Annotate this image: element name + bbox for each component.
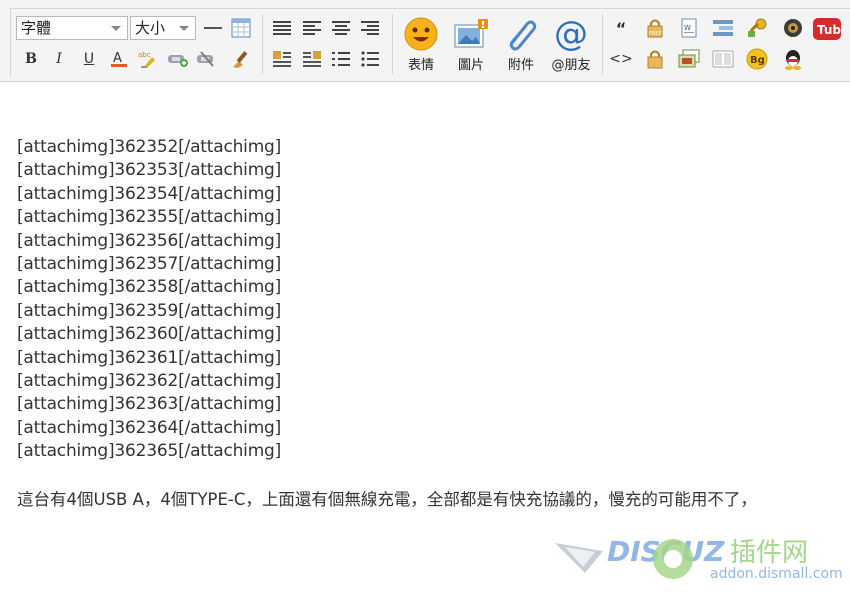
unordered-list-icon[interactable] (359, 48, 381, 70)
highlight-icon[interactable]: abc (137, 48, 159, 70)
content-line: [attachimg]362359[/attachimg] (17, 300, 282, 321)
code-icon[interactable]: <> (609, 48, 632, 70)
image-label: 圖片 (457, 58, 484, 73)
free-icon[interactable]: FREE (644, 17, 666, 39)
underline-icon[interactable]: U (78, 48, 100, 70)
paperclip-icon (501, 14, 541, 54)
content-line: [attachimg]362362[/attachimg] (17, 371, 282, 392)
background-icon[interactable]: Bg (746, 48, 768, 70)
content-line: [attachimg]362365[/attachimg] (17, 441, 282, 462)
font-size-select[interactable]: 大小 (130, 16, 196, 40)
content-line: [attachimg]362357[/attachimg] (17, 254, 282, 275)
qq-icon[interactable] (782, 48, 804, 70)
content-line: [attachimg]362364[/attachimg] (17, 417, 282, 438)
svg-text:A: A (113, 51, 122, 66)
content-line: [attachimg]362353[/attachimg] (17, 160, 282, 181)
float-right-icon[interactable] (301, 48, 323, 70)
toolbar-separator (392, 14, 393, 74)
content-line: [attachimg]362363[/attachimg] (17, 394, 282, 415)
toolbar-separator (262, 14, 263, 74)
smiley-icon (401, 14, 441, 54)
horizontal-rule-icon[interactable] (202, 17, 224, 39)
attachment-button[interactable]: 附件 (500, 14, 542, 73)
toolbar-separator (602, 14, 603, 74)
svg-text:W: W (684, 24, 691, 32)
content-line: [attachimg]362361[/attachimg] (17, 347, 282, 368)
watermark-cn: 插件网 (730, 538, 808, 568)
password-key-icon[interactable] (746, 17, 768, 39)
watermark-domain: addon.dismall.com (710, 566, 843, 582)
youtube-text: Tube (817, 23, 841, 37)
attachment-label: 附件 (507, 58, 534, 73)
emoji-button[interactable]: 表情 (400, 14, 442, 73)
editor-toolbar: 字體 大小 B I U A abc 表情 圖片 附件 @ @朋友 “ FREE … (0, 0, 850, 82)
content-line: [attachimg]362355[/attachimg] (17, 207, 282, 228)
font-color-icon[interactable]: A (108, 48, 130, 70)
at-sign-icon: @ (554, 14, 588, 54)
align-right-icon[interactable] (359, 17, 381, 39)
quote-icon[interactable]: “ (610, 17, 632, 39)
font-size-label: 大小 (135, 19, 166, 37)
column-icon[interactable] (712, 48, 734, 70)
editor-content[interactable]: [attachimg]362352[/attachimg] [attachimg]… (17, 136, 850, 464)
ordered-list-icon[interactable] (330, 48, 352, 70)
content-line: [attachimg]362352[/attachimg] (17, 137, 282, 157)
word-icon[interactable]: W (678, 17, 700, 39)
emoji-label: 表情 (407, 58, 434, 73)
link-icon[interactable] (167, 48, 189, 70)
italic-icon[interactable]: I (48, 48, 70, 70)
image-icon (451, 14, 491, 54)
float-left-icon[interactable] (271, 48, 293, 70)
content-line: [attachimg]362358[/attachimg] (17, 277, 282, 298)
editor-paragraph: 這台有4個USB A，4個TYPE-C，上面還有個無線充電，全部都是有快充協議的… (17, 490, 757, 509)
table-icon[interactable] (230, 17, 252, 39)
align-justify-icon[interactable] (271, 17, 293, 39)
image-button[interactable]: 圖片 (450, 14, 492, 73)
unlink-icon[interactable] (196, 48, 218, 70)
svg-text:abc: abc (138, 51, 151, 59)
watermark-logo: DISCUZ 插件网 addon.dismall.com (555, 525, 845, 585)
bg-text: Bg (750, 55, 765, 66)
font-family-select[interactable]: 字體 (16, 16, 128, 40)
mention-button[interactable]: @ @朋友 (546, 14, 596, 73)
font-family-label: 字體 (21, 19, 52, 37)
content-line: [attachimg]362354[/attachimg] (17, 183, 282, 204)
svg-text:FREE: FREE (649, 31, 662, 37)
image-insert-icon[interactable] (678, 48, 700, 70)
mention-label: @朋友 (551, 58, 591, 73)
content-line: [attachimg]362360[/attachimg] (17, 324, 282, 345)
float-icon[interactable] (712, 17, 734, 39)
chevron-down-icon (111, 26, 121, 31)
chevron-down-icon (179, 26, 189, 31)
content-line: [attachimg]362356[/attachimg] (17, 230, 282, 251)
youtube-icon[interactable]: Tube (813, 16, 841, 42)
hide-icon[interactable] (644, 48, 666, 70)
align-left-icon[interactable] (301, 17, 323, 39)
clear-format-icon[interactable] (230, 48, 252, 70)
media-icon[interactable] (782, 17, 804, 39)
bold-icon[interactable]: B (20, 48, 42, 70)
align-center-icon[interactable] (330, 17, 352, 39)
